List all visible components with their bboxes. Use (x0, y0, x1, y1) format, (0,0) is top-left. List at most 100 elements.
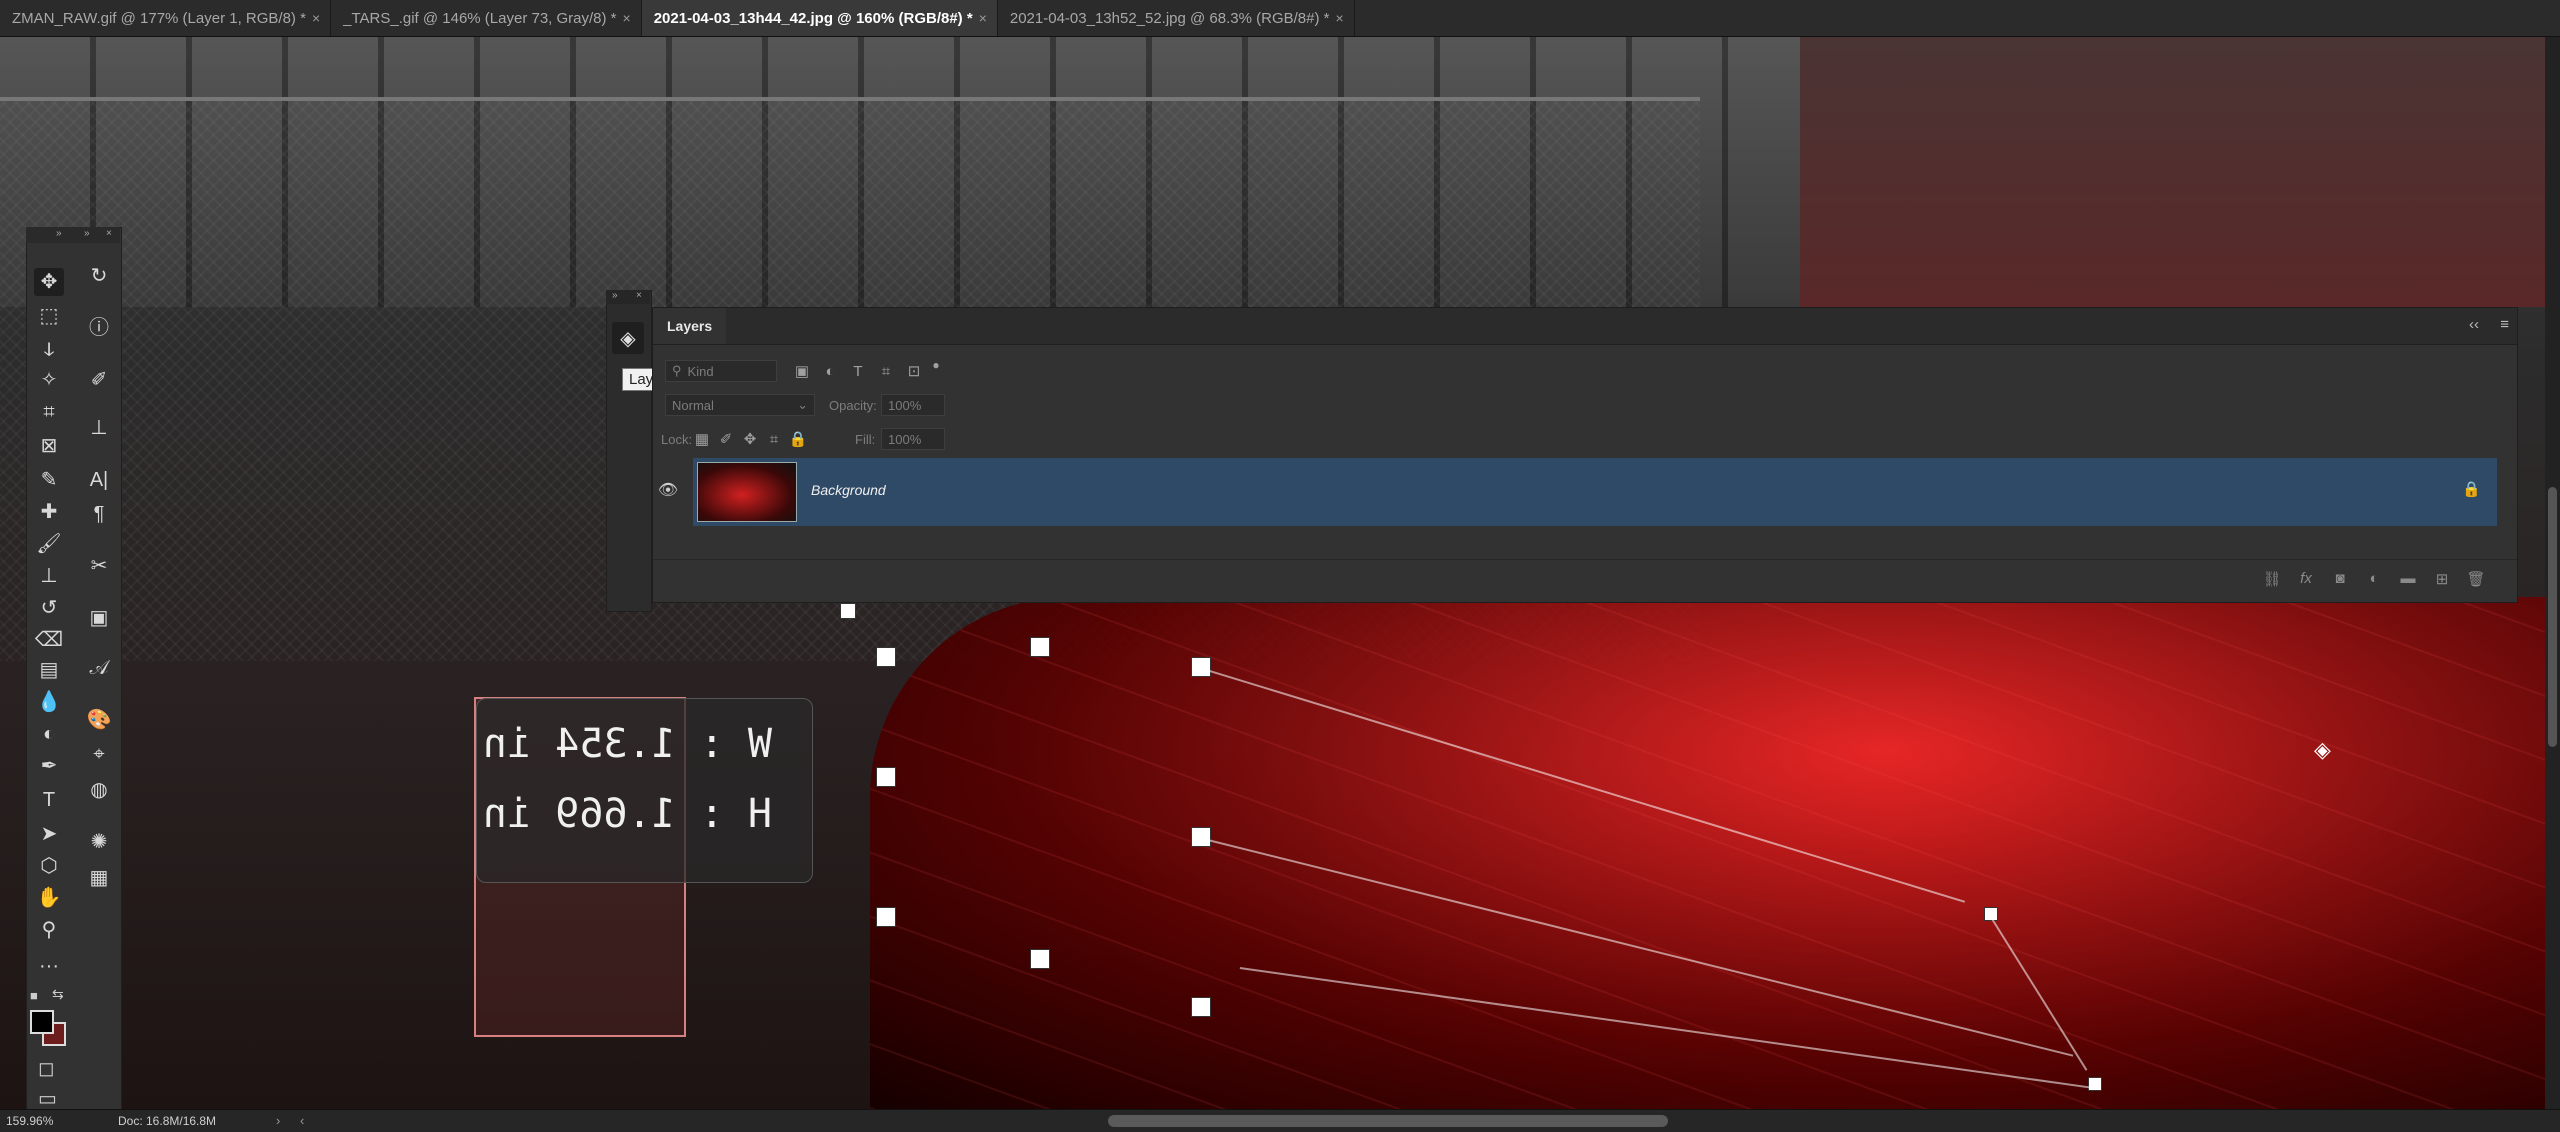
default-colors-icon[interactable]: ■ (30, 988, 38, 1003)
warp-handle[interactable] (876, 647, 896, 667)
color-palette-icon[interactable]: 🎨 (84, 706, 114, 734)
warp-handle[interactable] (840, 603, 856, 619)
new-layer-icon[interactable]: ⊞ (2431, 570, 2453, 592)
warp-handle[interactable] (1030, 637, 1050, 657)
adjustment-icon[interactable]: ◐ (2363, 570, 2385, 592)
lock-all-icon[interactable]: 🔒 (787, 428, 809, 450)
brush-settings-icon[interactable]: ✐ (84, 366, 114, 394)
close-icon[interactable]: × (636, 290, 642, 301)
type-tool-icon[interactable]: T (34, 786, 64, 814)
dodge-tool-icon[interactable]: ◐ (34, 720, 64, 748)
warp-handle[interactable] (2088, 1077, 2102, 1091)
brush-tool-icon[interactable]: 🖌 (34, 530, 64, 558)
lasso-tool-icon[interactable]: ↆ (34, 336, 64, 364)
mask-icon[interactable]: ◙ (2329, 570, 2351, 592)
tool-presets-icon[interactable]: ✂ (84, 552, 114, 580)
close-icon[interactable]: × (1335, 10, 1343, 26)
tab-label: 2021-04-03_13h52_52.jpg @ 68.3% (RGB/8#)… (1009, 9, 1330, 27)
clone-stamp-tool-icon[interactable]: ⊥ (34, 562, 64, 590)
info-panel-icon[interactable]: ⓘ (84, 314, 114, 342)
warp-handle[interactable] (1191, 997, 1211, 1017)
lock-transparent-icon[interactable]: ▦ (691, 428, 713, 450)
tab-layers[interactable]: Layers (653, 308, 727, 344)
horizontal-scroll-thumb[interactable] (1108, 1115, 1668, 1127)
blur-tool-icon[interactable]: 💧 (34, 688, 64, 716)
paragraph-panel-icon[interactable]: ¶ (84, 500, 114, 528)
fx-icon[interactable]: fx (2295, 570, 2317, 592)
paths-panel-icon[interactable]: ⌖ (84, 740, 114, 768)
tab-zman-raw[interactable]: ZMAN_RAW.gif @ 177% (Layer 1, RGB/8) * × (0, 0, 332, 36)
frame-tool-icon[interactable]: ⊠ (34, 432, 64, 460)
foreground-color-swatch[interactable] (30, 1010, 54, 1034)
shape-tool-icon[interactable]: ⬡ (34, 852, 64, 880)
scroll-left-arrow-icon[interactable]: ‹ (300, 1113, 304, 1128)
layers-icon: ◈ (2314, 737, 2331, 762)
collapse-icon[interactable]: » (84, 228, 90, 239)
warp-handle[interactable] (876, 767, 896, 787)
notes-panel-icon[interactable]: ▣ (84, 604, 114, 632)
vertical-scroll-thumb[interactable] (2548, 487, 2557, 747)
zoom-level[interactable]: 159.96% (6, 1114, 53, 1128)
close-icon[interactable]: × (979, 10, 987, 26)
crop-tool-icon[interactable]: ⌗ (34, 398, 64, 426)
history-panel-icon[interactable]: ↻ (84, 262, 114, 290)
healing-brush-tool-icon[interactable]: ✚ (34, 498, 64, 526)
filter-kind-select[interactable]: ⚲ Kind (665, 360, 777, 382)
trash-icon[interactable]: 🗑 (2465, 570, 2487, 592)
close-icon[interactable]: × (623, 10, 631, 26)
path-selection-tool-icon[interactable]: ➤ (34, 820, 64, 848)
layer-name[interactable]: Background (811, 482, 886, 498)
adjustments-panel-icon[interactable]: ✺ (84, 828, 114, 856)
filter-shape-icon[interactable]: ⌗ (875, 360, 897, 382)
visibility-eye-icon[interactable]: 👁 (657, 480, 679, 502)
filter-smart-object-icon[interactable]: ⊡ (903, 360, 925, 382)
layers-panel-button[interactable]: ◈ (612, 322, 644, 354)
pen-tool-icon[interactable]: ✒ (34, 752, 64, 780)
width-value: 1.354 in (482, 721, 676, 767)
collapse-icon[interactable]: » (56, 228, 62, 239)
tab-13h52-52[interactable]: 2021-04-03_13h52_52.jpg @ 68.3% (RGB/8#)… (997, 0, 1355, 36)
gradient-tool-icon[interactable]: ▤ (34, 656, 64, 684)
warp-handle[interactable] (1030, 949, 1050, 969)
lock-image-icon[interactable]: ✐ (715, 428, 737, 450)
opacity-field[interactable]: 100% (881, 394, 945, 416)
glyphs-panel-icon[interactable]: 𝒜 (84, 654, 114, 682)
warp-handle[interactable] (876, 907, 896, 927)
eyedropper-tool-icon[interactable]: ✎ (34, 466, 64, 494)
folder-icon[interactable]: ▬ (2397, 570, 2419, 592)
lock-artboard-icon[interactable]: ⌗ (763, 428, 785, 450)
hand-tool-icon[interactable]: ✋ (34, 884, 64, 912)
quick-mask-icon[interactable]: ◻ (38, 1056, 55, 1081)
channels-panel-icon[interactable]: ◍ (84, 776, 114, 804)
tab-13h44-42[interactable]: 2021-04-03_13h44_42.jpg @ 160% (RGB/8#) … (641, 0, 998, 36)
character-panel-icon[interactable]: A| (84, 466, 114, 494)
link-icon[interactable]: ⛓ (2261, 570, 2283, 592)
zoom-tool-icon[interactable]: ⚲ (34, 916, 64, 944)
filter-toggle-icon[interactable]: ● (925, 354, 947, 376)
history-brush-tool-icon[interactable]: ↺ (34, 594, 64, 622)
collapse-panel-icon[interactable]: ‹‹ (2469, 316, 2479, 333)
close-icon[interactable]: × (312, 10, 320, 26)
magic-wand-tool-icon[interactable]: ✧ (34, 366, 64, 394)
close-icon[interactable]: × (106, 228, 112, 239)
filter-pixel-icon[interactable]: ▣ (791, 360, 813, 382)
more-tools-icon[interactable]: ··· (34, 952, 64, 980)
clone-source-icon[interactable]: ⊥ (84, 414, 114, 442)
eraser-tool-icon[interactable]: ⌫ (34, 626, 64, 654)
layer-row-background[interactable]: 👁 Background 🔒 (658, 458, 2497, 526)
filter-adjustment-icon[interactable]: ◐ (819, 360, 841, 382)
screen-mode-icon[interactable]: ▭ (38, 1086, 57, 1111)
grid-panel-icon[interactable]: ▦ (84, 864, 114, 892)
vertical-scrollbar[interactable] (2545, 37, 2560, 1109)
tab-tars[interactable]: _TARS_.gif @ 146% (Layer 73, Gray/8) * × (331, 0, 642, 36)
swap-colors-icon[interactable]: ⇆ (52, 986, 64, 1003)
panel-menu-icon[interactable]: ≡ (2500, 316, 2509, 333)
marquee-tool-icon[interactable]: ⬚ (34, 302, 64, 330)
filter-type-icon[interactable]: T (847, 360, 869, 382)
collapse-icon[interactable]: » (612, 290, 618, 301)
fill-field[interactable]: 100% (881, 428, 945, 450)
status-menu-arrow-icon[interactable]: › (276, 1113, 280, 1128)
move-tool-icon[interactable]: ✥ (34, 268, 64, 296)
lock-position-icon[interactable]: ✥ (739, 428, 761, 450)
blend-mode-select[interactable]: Normal ⌄ (665, 394, 815, 416)
